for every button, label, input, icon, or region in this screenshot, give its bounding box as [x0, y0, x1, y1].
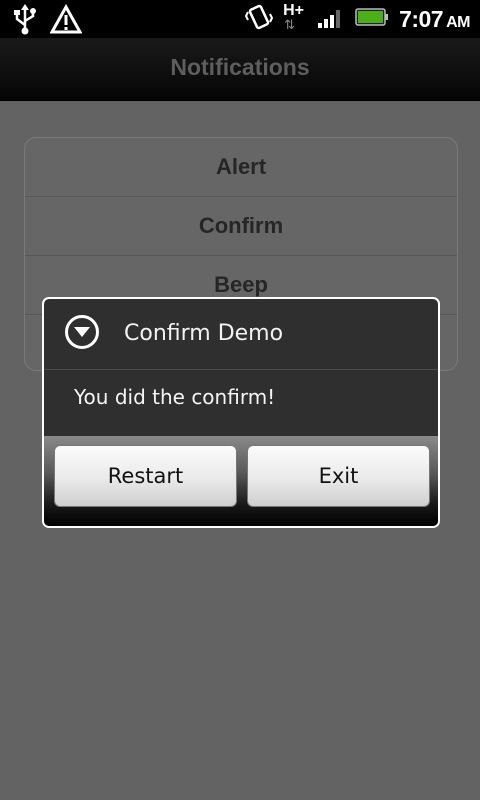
warning-icon: [49, 3, 83, 38]
data-arrows-icon: ⇅: [284, 18, 295, 33]
status-bar-notifications: [12, 3, 83, 39]
list-item-alert[interactable]: Alert: [25, 138, 457, 197]
app-title-bar: Notifications: [0, 38, 480, 101]
dialog-message: You did the confirm!: [74, 385, 276, 409]
signal-icon: [317, 5, 345, 33]
dialog-title: Confirm Demo: [124, 321, 284, 346]
status-bar-system: H+ ⇅ 7:07 AM: [244, 0, 470, 38]
dropdown-circle-icon: [65, 315, 99, 349]
restart-button[interactable]: Restart: [54, 445, 237, 507]
battery-icon: [355, 6, 389, 32]
clock-ampm: AM: [446, 13, 470, 31]
app-title: Notifications: [170, 54, 310, 80]
status-clock: 7:07 AM: [399, 6, 470, 33]
confirm-dialog: Confirm Demo You did the confirm! Restar…: [42, 297, 440, 528]
clock-time: 7:07: [399, 5, 444, 32]
hplus-network-icon: H+ ⇅: [283, 2, 307, 36]
list-item-confirm[interactable]: Confirm: [25, 197, 457, 256]
exit-button[interactable]: Exit: [247, 445, 430, 507]
usb-icon: [12, 3, 38, 39]
vibrate-icon: [244, 2, 274, 36]
dialog-button-bar: Restart Exit: [44, 436, 438, 526]
dialog-header: Confirm Demo: [44, 299, 438, 370]
status-bar: H+ ⇅ 7:07 AM: [0, 0, 480, 38]
